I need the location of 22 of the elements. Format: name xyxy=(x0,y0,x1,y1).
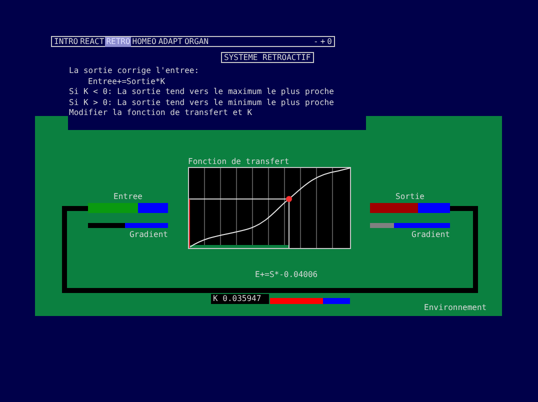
environment-label: Environnement xyxy=(424,303,487,313)
description-line: Si K > 0: La sortie tend vers le minimum le plus proche xyxy=(69,98,334,108)
input-gradient-label: Gradient xyxy=(129,230,168,240)
output-label: Sortie xyxy=(396,192,424,202)
section-title: SYSTEME RETROACTIF xyxy=(221,52,314,63)
menu-tab[interactable]: ADAPT xyxy=(157,36,184,46)
equation-text: E+=S*-0.04006 xyxy=(255,270,318,280)
description-line: Modifier la fonction de transfert et K xyxy=(69,108,254,118)
chart-title: Fonction de transfert xyxy=(188,157,290,167)
menu-tab[interactable]: ORGAN xyxy=(183,36,210,46)
description-line: Entree+=Sortie*K xyxy=(87,76,166,86)
window-control[interactable]: + xyxy=(319,36,326,46)
menu-tab[interactable]: HOMEO xyxy=(131,36,158,46)
description-line: Si K < 0: La sortie tend vers le maximum le plus proche xyxy=(69,87,334,97)
k-value-display: K 0.035947 xyxy=(211,294,269,304)
menu-tab[interactable]: INTRO xyxy=(53,36,80,46)
input-label: Entree xyxy=(114,192,142,202)
window-control[interactable]: - xyxy=(312,36,320,46)
menu-tab[interactable]: REACT xyxy=(79,36,106,46)
description-line: La sortie corrige l'entree: xyxy=(69,66,200,76)
window-control[interactable]: 0 xyxy=(326,36,333,46)
output-gradient-label: Gradient xyxy=(411,230,450,240)
